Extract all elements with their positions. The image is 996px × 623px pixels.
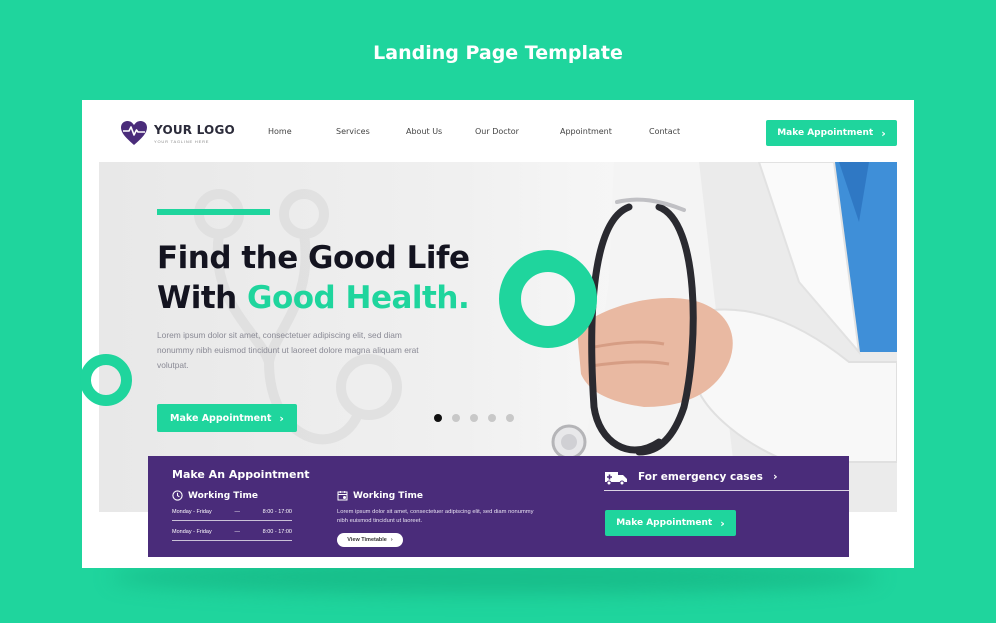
emergency-link[interactable]: For emergency cases ›: [604, 463, 849, 491]
schedule-days: Monday - Friday: [172, 509, 212, 515]
chevron-right-icon: ›: [390, 537, 393, 543]
headline-plain: With: [157, 280, 248, 316]
nav-link-appointment[interactable]: Appointment: [560, 127, 612, 136]
chevron-right-icon: ›: [772, 470, 778, 483]
hero-accent-bar: [157, 209, 270, 215]
working-time-label-2: Working Time: [353, 490, 423, 501]
schedule-hours: 8:00 - 17:00: [262, 509, 292, 515]
heart-pulse-icon: [121, 121, 147, 145]
navbar: YOUR LOGO YOUR TAGLINE HERE Home Service…: [82, 100, 914, 162]
hero-make-appointment-button[interactable]: Make Appointment ›: [157, 404, 297, 432]
hero-headline: Find the Good Life With Good Health.: [157, 238, 470, 318]
headline-line-1: Find the Good Life: [157, 240, 470, 276]
schedule-days: Monday - Friday: [172, 529, 212, 535]
decorative-ring-large: [499, 250, 597, 348]
carousel-dot[interactable]: [452, 414, 460, 422]
schedule-row: Monday - Friday — 8:00 - 17:00: [172, 529, 292, 541]
logo[interactable]: YOUR LOGO YOUR TAGLINE HERE: [120, 120, 235, 146]
nav-link-services[interactable]: Services: [336, 127, 370, 136]
chevron-right-icon: ›: [720, 516, 725, 530]
nav-link-contact[interactable]: Contact: [649, 127, 680, 136]
working-time-heading-2: Working Time: [337, 490, 423, 501]
nav-make-appointment-button[interactable]: Make Appointment ›: [766, 120, 897, 146]
carousel-dot[interactable]: [470, 414, 478, 422]
chevron-right-icon: ›: [881, 126, 886, 140]
appointment-panel: Make An Appointment Working Time Monday …: [148, 456, 849, 557]
schedule-hours: 8:00 - 17:00: [262, 529, 292, 535]
logo-text-bold: LOGO: [196, 122, 235, 137]
working-time-description: Lorem ipsum dolor sit amet, consectetuer…: [337, 509, 534, 524]
schedule-dash: —: [234, 509, 240, 515]
nav-link-home[interactable]: Home: [268, 127, 292, 136]
carousel-dot[interactable]: [506, 414, 514, 422]
carousel-dot[interactable]: [488, 414, 496, 422]
carousel-dot[interactable]: [434, 414, 442, 422]
calendar-icon: [337, 491, 348, 501]
hero-description: Lorem ipsum dolor sit amet, consectetuer…: [157, 330, 419, 370]
schedule-row: Monday - Friday — 8:00 - 17:00: [172, 509, 292, 521]
headline-accent: Good Health.: [247, 280, 470, 316]
nav-link-about-us[interactable]: About Us: [406, 127, 442, 136]
logo-tagline: YOUR TAGLINE HERE: [154, 138, 210, 144]
carousel-dots: [434, 414, 514, 422]
working-time-heading: Working Time: [172, 490, 258, 501]
headline-line-2: With Good Health.: [157, 278, 470, 318]
hero-cta-label: Make Appointment: [170, 412, 272, 424]
chevron-right-icon: ›: [279, 411, 284, 425]
view-timetable-button[interactable]: View Timetable ›: [337, 533, 403, 547]
ambulance-icon: [605, 471, 627, 485]
schedule-dash: —: [234, 529, 240, 535]
emergency-make-appointment-button[interactable]: Make Appointment ›: [605, 510, 736, 536]
nav-link-our-doctor[interactable]: Our Doctor: [475, 127, 519, 136]
working-time-label: Working Time: [188, 490, 258, 501]
landing-card: YOUR LOGO YOUR TAGLINE HERE Home Service…: [82, 100, 914, 568]
page-title: Landing Page Template: [373, 42, 623, 64]
logo-text-prefix: YOUR: [154, 122, 197, 137]
view-timetable-label: View Timetable: [347, 537, 387, 543]
decorative-ring-small: [80, 354, 132, 406]
emergency-cta-label: Make Appointment: [616, 518, 713, 528]
emergency-label: For emergency cases: [638, 470, 763, 483]
logo-text: YOUR LOGO: [154, 123, 235, 137]
appointment-panel-title: Make An Appointment: [172, 468, 310, 481]
clock-icon: [172, 490, 183, 501]
nav-cta-label: Make Appointment: [777, 128, 874, 138]
